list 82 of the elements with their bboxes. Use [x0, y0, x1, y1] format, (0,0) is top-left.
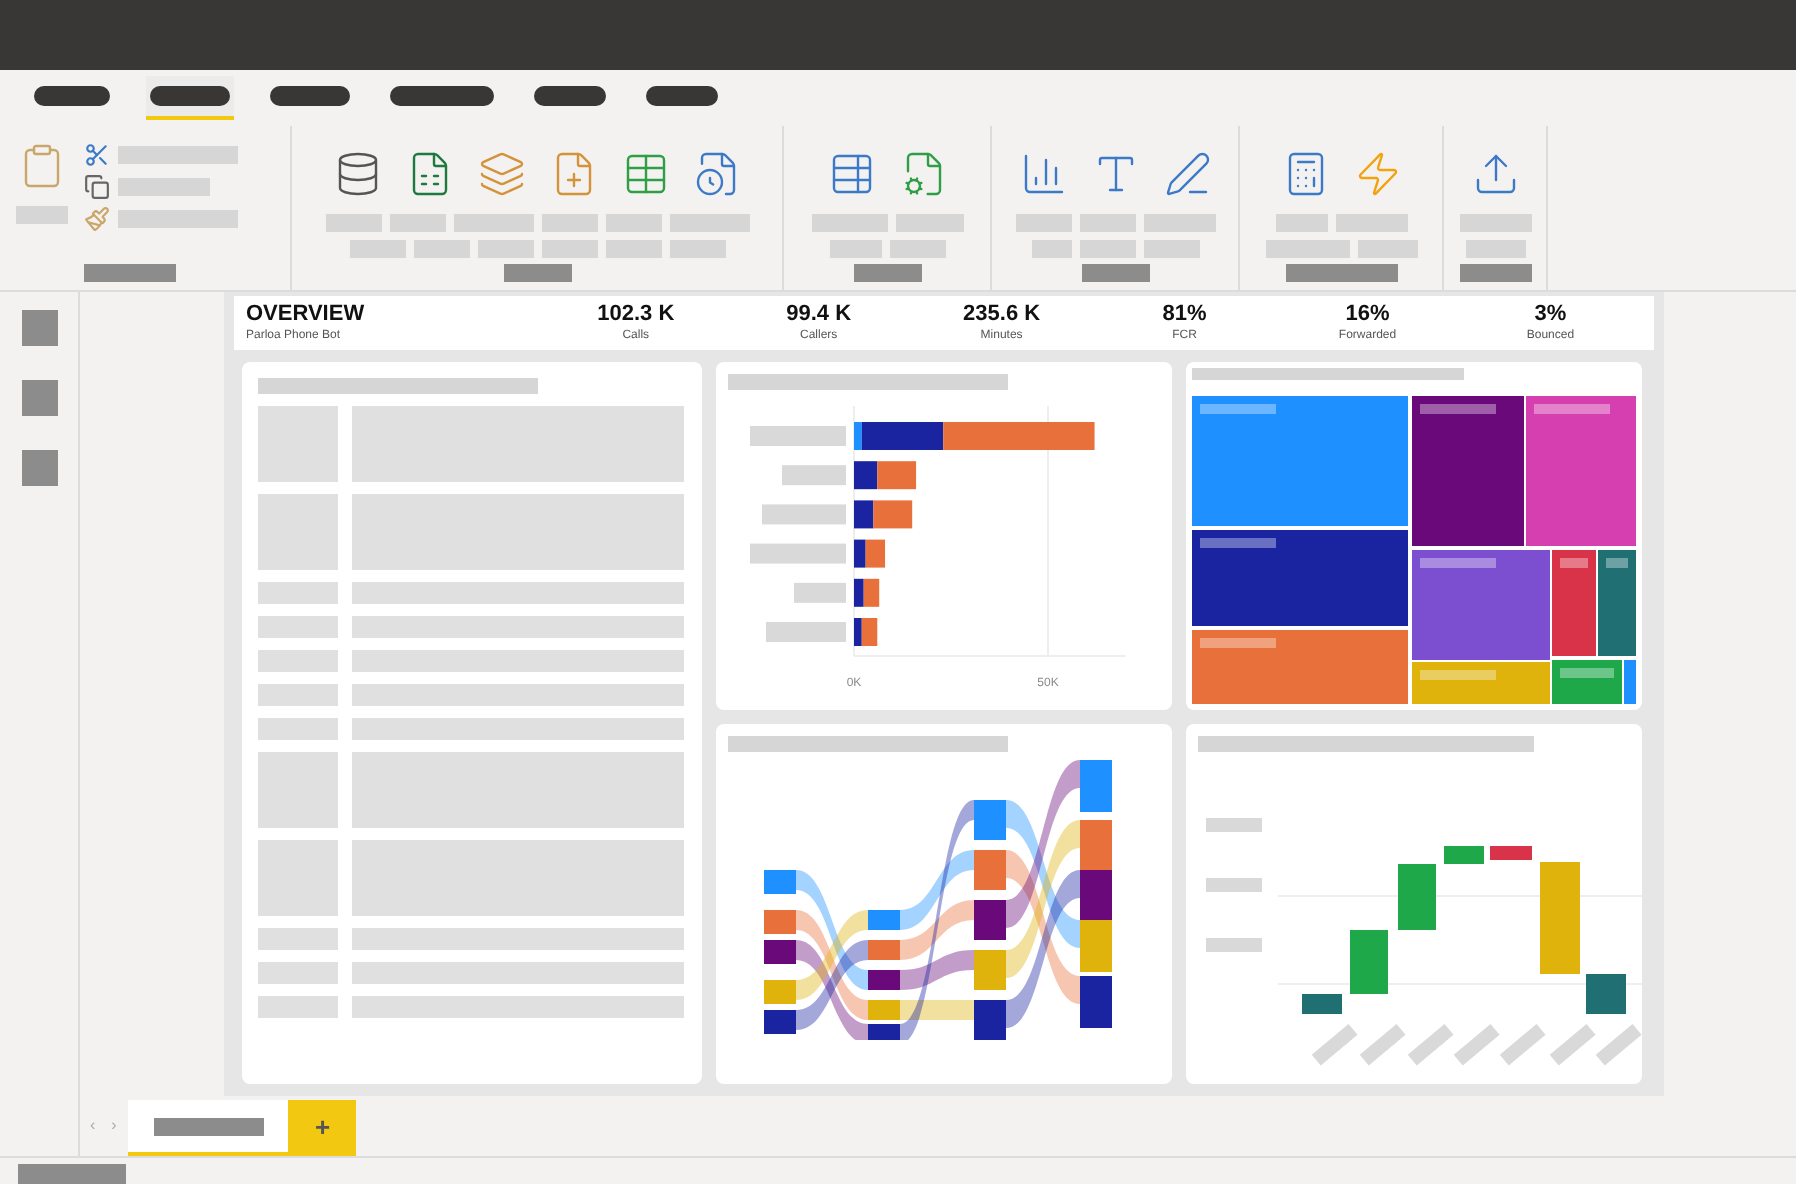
- stack-icon[interactable]: [477, 150, 525, 198]
- table-cell-placeholder: [258, 840, 338, 916]
- copy-icon[interactable]: [84, 174, 110, 200]
- group-label-placeholder: [1459, 264, 1531, 282]
- text-placeholder: [1465, 240, 1525, 258]
- text-placeholder: [1015, 214, 1071, 232]
- table-cell-placeholder: [258, 684, 338, 706]
- upload-icon[interactable]: [1471, 150, 1519, 198]
- text-placeholder: [541, 240, 597, 258]
- table-cell-placeholder: [258, 406, 338, 482]
- text-placeholder: [453, 214, 533, 232]
- text-placeholder: [1265, 240, 1349, 258]
- kpi-value: 3%: [1534, 304, 1567, 326]
- label-placeholder: [766, 622, 846, 642]
- text-placeholder: [889, 240, 945, 258]
- database-icon[interactable]: [333, 150, 381, 198]
- text-placeholder: [1275, 214, 1327, 232]
- text-placeholder: [118, 146, 238, 164]
- text-placeholder: [1079, 214, 1135, 232]
- text-placeholder: [895, 214, 963, 232]
- view-icon[interactable]: [21, 450, 57, 486]
- page-tab[interactable]: [128, 1100, 289, 1156]
- kpi-value: 16%: [1345, 304, 1390, 326]
- text-placeholder: [829, 240, 881, 258]
- table-cell-placeholder: [258, 928, 338, 950]
- table-cell-placeholder: [258, 650, 338, 672]
- kpi-value: 102.3 K: [597, 304, 675, 326]
- scissors-icon[interactable]: [84, 142, 110, 168]
- scroll-button[interactable]: ‹: [90, 1114, 96, 1138]
- add-page-button[interactable]: +: [288, 1100, 357, 1156]
- text-placeholder: [1357, 240, 1417, 258]
- text-placeholder: [1459, 214, 1531, 232]
- kpi-value: 81%: [1162, 304, 1207, 326]
- kpi-value: 99.4 K: [786, 304, 852, 326]
- label-placeholder: [782, 465, 846, 486]
- text-placeholder: [413, 240, 469, 258]
- table-cell-placeholder: [258, 996, 338, 1018]
- text-placeholder: [477, 240, 533, 258]
- label-placeholder: [750, 426, 846, 446]
- report-title: OVERVIEW: [246, 304, 367, 326]
- text-placeholder: [16, 206, 68, 224]
- table-icon[interactable]: [621, 150, 669, 198]
- text-placeholder: [669, 214, 749, 232]
- label-placeholder: [750, 543, 846, 564]
- table-cell-placeholder: [258, 718, 338, 740]
- table-cell-placeholder: [258, 494, 338, 570]
- view-icon[interactable]: [21, 380, 57, 416]
- label-placeholder: [762, 504, 846, 525]
- scroll-button[interactable]: ›: [111, 1114, 117, 1138]
- text-placeholder: [605, 214, 661, 232]
- text-placeholder: [325, 214, 381, 232]
- group-label-placeholder: [1285, 264, 1397, 282]
- text-placeholder: [118, 178, 210, 196]
- text-placeholder: [118, 210, 238, 228]
- text-placeholder: [1335, 214, 1407, 232]
- text-placeholder: [605, 240, 661, 258]
- view-icon[interactable]: [21, 310, 57, 346]
- bar-chart-icon[interactable]: [1019, 150, 1067, 198]
- status-placeholder: [18, 1164, 126, 1184]
- label-placeholder: [794, 582, 846, 603]
- text-placeholder: [389, 214, 445, 232]
- group-label-placeholder: [853, 264, 921, 282]
- document-clock-icon[interactable]: [693, 150, 741, 198]
- text-placeholder: [811, 214, 887, 232]
- text-placeholder: [1079, 240, 1135, 258]
- text-placeholder: [1143, 240, 1199, 258]
- ribbon-tab[interactable]: [146, 76, 234, 120]
- pen-icon[interactable]: [1163, 150, 1211, 198]
- table-edit-icon[interactable]: [827, 150, 875, 198]
- table-cell-placeholder: [258, 962, 338, 984]
- text-placeholder: [1143, 214, 1215, 232]
- text-placeholder: [541, 214, 597, 232]
- table-cell-placeholder: [258, 582, 338, 604]
- group-label-placeholder: [1081, 264, 1149, 282]
- text-placeholder: [669, 240, 725, 258]
- text-placeholder: [1031, 240, 1071, 258]
- table-cell-placeholder: [258, 616, 338, 638]
- table-cell-placeholder: [258, 752, 338, 828]
- text-placeholder: [349, 240, 405, 258]
- kpi-value: 235.6 K: [963, 304, 1041, 326]
- group-label-placeholder: [84, 264, 176, 282]
- group-label-placeholder: [503, 264, 571, 282]
